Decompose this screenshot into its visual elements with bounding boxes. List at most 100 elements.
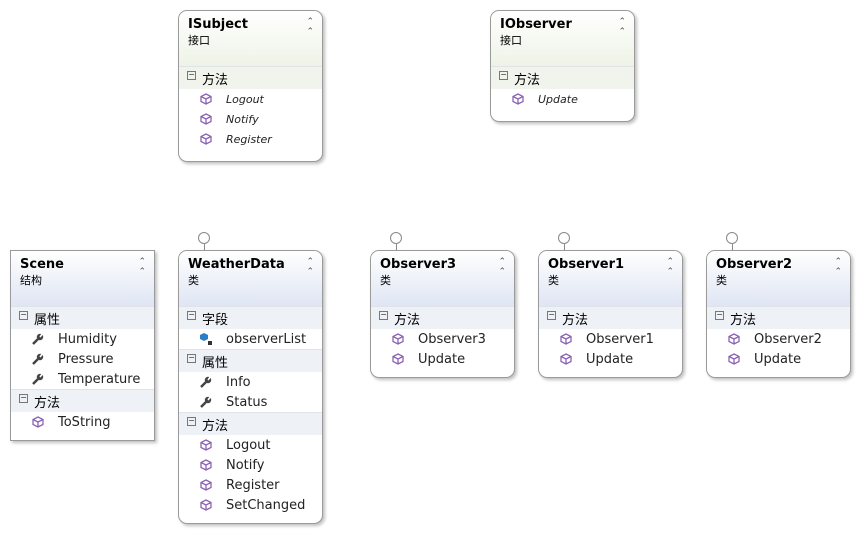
collapse-minus-icon[interactable]: −: [547, 310, 556, 320]
collapse-chevron-icon[interactable]: ⌃ ⌃: [666, 257, 674, 277]
member-label: Update: [586, 351, 634, 367]
property-icon: [199, 395, 213, 409]
shape-header: Observer3 类 ⌃ ⌃: [371, 251, 514, 306]
member-label: Notify: [226, 457, 265, 473]
member-item[interactable]: Pressure: [11, 349, 154, 369]
observer1-shape[interactable]: Observer1 类 ⌃ ⌃ − 方法 Observer1 Update: [538, 250, 683, 378]
observer3-shape[interactable]: Observer3 类 ⌃ ⌃ − 方法 Observer3 Update: [370, 250, 515, 378]
member-item[interactable]: Observer1: [539, 329, 682, 349]
collapse-minus-icon[interactable]: −: [499, 70, 508, 80]
member-label: SetChanged: [226, 497, 306, 513]
compartment-header[interactable]: − 方法: [371, 306, 514, 329]
compartment-header[interactable]: − 方法: [179, 66, 322, 89]
member-item[interactable]: Logout: [179, 435, 322, 455]
method-icon: [727, 332, 741, 346]
collapse-minus-icon[interactable]: −: [187, 310, 196, 320]
private-field-icon: [199, 332, 213, 346]
member-item[interactable]: Humidity: [11, 329, 154, 349]
member-label: Observer2: [754, 331, 822, 347]
member-item[interactable]: Register: [179, 475, 322, 495]
compartment-header[interactable]: − 方法: [707, 306, 850, 329]
member-label: Update: [538, 92, 578, 106]
shape-header: ISubject 接口 ⌃ ⌃: [179, 11, 322, 66]
collapse-minus-icon[interactable]: −: [19, 393, 28, 403]
collapse-chevron-icon[interactable]: ⌃ ⌃: [618, 17, 626, 37]
collapse-chevron-icon[interactable]: ⌃ ⌃: [138, 257, 146, 277]
interface-lollipop: [198, 232, 210, 244]
compartment-title: 属性: [202, 355, 229, 371]
interface-lollipop: [558, 232, 570, 244]
type-name: WeatherData: [188, 257, 285, 272]
isubject-shape[interactable]: ISubject 接口 ⌃ ⌃ − 方法 Logout Notify Register: [178, 10, 323, 162]
collapse-minus-icon[interactable]: −: [715, 310, 724, 320]
collapse-chevron-icon[interactable]: ⌃ ⌃: [834, 257, 842, 277]
member-label: Pressure: [58, 351, 114, 367]
scene-shape[interactable]: Scene 结构 ⌃ ⌃ − 属性 Humidity Pressure Temperatu…: [10, 250, 155, 441]
type-name: Observer3: [380, 257, 457, 272]
member-label: Logout: [226, 437, 271, 453]
collapse-minus-icon[interactable]: −: [187, 353, 196, 363]
member-item[interactable]: Logout: [179, 89, 322, 109]
shape-header: IObserver 接口 ⌃ ⌃: [491, 11, 634, 66]
compartment-header[interactable]: − 属性: [11, 306, 154, 329]
iobserver-shape[interactable]: IObserver 接口 ⌃ ⌃ − 方法 Update: [490, 10, 635, 122]
member-item[interactable]: Info: [179, 372, 322, 392]
member-item[interactable]: observerList: [179, 329, 322, 349]
compartment-header[interactable]: − 属性: [179, 349, 322, 372]
type-kind: 接口: [500, 34, 522, 47]
property-icon: [199, 375, 213, 389]
compartment-title: 方法: [202, 418, 229, 434]
collapse-minus-icon[interactable]: −: [187, 70, 196, 80]
collapse-minus-icon[interactable]: −: [379, 310, 388, 320]
type-kind: 接口: [188, 34, 210, 47]
observer2-shape[interactable]: Observer2 类 ⌃ ⌃ − 方法 Observer2 Update: [706, 250, 851, 378]
collapse-chevron-icon[interactable]: ⌃ ⌃: [306, 17, 314, 37]
member-item[interactable]: Update: [539, 349, 682, 369]
member-item[interactable]: Status: [179, 392, 322, 412]
compartment-title: 方法: [730, 312, 757, 328]
member-item[interactable]: Observer3: [371, 329, 514, 349]
method-icon: [199, 92, 213, 106]
collapse-chevron-icon[interactable]: ⌃ ⌃: [498, 257, 506, 277]
member-item[interactable]: Temperature: [11, 369, 154, 389]
member-label: Info: [226, 374, 251, 390]
member-label: Observer3: [418, 331, 486, 347]
type-kind: 结构: [20, 274, 42, 287]
member-item[interactable]: Update: [491, 89, 634, 109]
compartment-header[interactable]: − 方法: [179, 412, 322, 435]
compartment-header[interactable]: − 方法: [491, 66, 634, 89]
method-icon: [559, 332, 573, 346]
method-icon: [199, 478, 213, 492]
collapse-minus-icon[interactable]: −: [19, 310, 28, 320]
member-item[interactable]: Notify: [179, 109, 322, 129]
collapse-minus-icon[interactable]: −: [187, 416, 196, 426]
member-label: observerList: [226, 331, 307, 347]
member-item[interactable]: ToString: [11, 412, 154, 432]
member-label: Logout: [226, 92, 264, 106]
property-icon: [31, 372, 45, 386]
member-label: Notify: [226, 112, 259, 126]
member-item[interactable]: Register: [179, 129, 322, 149]
compartment-title: 方法: [202, 72, 229, 88]
member-item[interactable]: Update: [707, 349, 850, 369]
method-icon: [511, 92, 525, 106]
compartment-title: 属性: [34, 312, 61, 328]
type-name: Observer1: [548, 257, 625, 272]
member-item[interactable]: SetChanged: [179, 495, 322, 515]
interface-lollipop: [726, 232, 738, 244]
member-item[interactable]: Update: [371, 349, 514, 369]
member-label: ToString: [58, 414, 111, 430]
member-item[interactable]: Observer2: [707, 329, 850, 349]
type-name: Scene: [20, 257, 64, 272]
method-icon: [559, 352, 573, 366]
member-label: Humidity: [58, 331, 117, 347]
compartment-header[interactable]: − 方法: [539, 306, 682, 329]
weatherdata-shape[interactable]: WeatherData 类 ⌃ ⌃ − 字段 observerList − 属性 Info S…: [178, 250, 323, 524]
collapse-chevron-icon[interactable]: ⌃ ⌃: [306, 257, 314, 277]
compartment-header[interactable]: − 字段: [179, 306, 322, 329]
member-label: Register: [226, 477, 280, 493]
method-icon: [391, 332, 405, 346]
member-label: Update: [418, 351, 466, 367]
member-item[interactable]: Notify: [179, 455, 322, 475]
compartment-header[interactable]: − 方法: [11, 389, 154, 412]
